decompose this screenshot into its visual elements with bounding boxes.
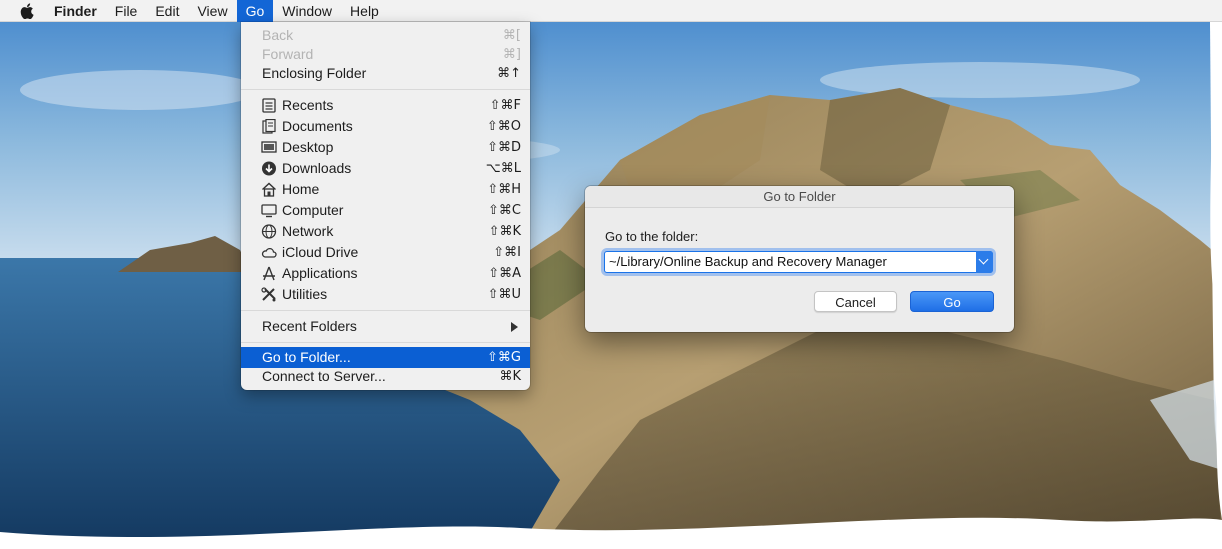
utilities-icon bbox=[261, 287, 276, 302]
dialog-prompt-label: Go to the folder: bbox=[605, 229, 699, 244]
go-button[interactable]: Go bbox=[910, 291, 994, 312]
menu-item-shortcut: ⇧⌘G bbox=[487, 350, 521, 365]
menu-item-label: Home bbox=[282, 181, 320, 197]
go-menu-dropdown: Back ⌘[ Forward ⌘] Enclosing Folder ⌘↑ R… bbox=[241, 22, 530, 390]
home-icon bbox=[262, 182, 276, 197]
menu-item-shortcut: ⇧⌘C bbox=[488, 203, 521, 218]
menu-item-shortcut: ⌘] bbox=[502, 47, 521, 62]
menu-separator bbox=[241, 342, 530, 343]
folder-path-value: ~/Library/Online Backup and Recovery Man… bbox=[609, 254, 887, 269]
menu-item-applications[interactable]: Applications ⇧⌘A bbox=[241, 263, 530, 284]
menu-item-label: Go to Folder... bbox=[262, 349, 351, 365]
menu-window[interactable]: Window bbox=[273, 0, 341, 22]
menu-item-shortcut: ⇧⌘F bbox=[489, 98, 521, 113]
apple-menu[interactable] bbox=[0, 0, 46, 22]
menu-go[interactable]: Go bbox=[236, 0, 274, 22]
menu-item-label: Network bbox=[282, 223, 334, 239]
downloads-icon bbox=[262, 161, 276, 176]
menu-item-icloud-drive[interactable]: iCloud Drive ⇧⌘I bbox=[241, 242, 530, 263]
menu-item-recents[interactable]: Recents ⇧⌘F bbox=[241, 95, 530, 116]
applications-icon bbox=[263, 266, 275, 281]
menu-item-label: Documents bbox=[282, 118, 353, 134]
menu-item-network[interactable]: Network ⇧⌘K bbox=[241, 221, 530, 242]
menu-item-label: Recents bbox=[282, 97, 334, 113]
menu-item-utilities[interactable]: Utilities ⇧⌘U bbox=[241, 284, 530, 305]
menu-item-label: Enclosing Folder bbox=[262, 65, 367, 81]
menu-item-go-to-folder[interactable]: Go to Folder... ⇧⌘G bbox=[241, 347, 530, 368]
menu-view[interactable]: View bbox=[188, 0, 236, 22]
menu-item-label: Back bbox=[262, 27, 294, 43]
recents-icon bbox=[262, 98, 276, 113]
menu-item-enclosing-folder[interactable]: Enclosing Folder ⌘↑ bbox=[241, 63, 530, 84]
menu-item-connect-to-server[interactable]: Connect to Server... ⌘K bbox=[241, 366, 530, 387]
submenu-arrow-icon bbox=[511, 322, 518, 332]
icloud-icon bbox=[261, 247, 277, 258]
menu-item-shortcut: ⌥⌘L bbox=[485, 161, 521, 176]
menu-item-shortcut: ⌘K bbox=[499, 369, 521, 384]
app-menu-finder[interactable]: Finder bbox=[46, 0, 106, 22]
menu-item-home[interactable]: Home ⇧⌘H bbox=[241, 179, 530, 200]
menu-separator bbox=[241, 310, 530, 311]
path-history-dropdown[interactable] bbox=[976, 251, 993, 273]
menu-item-downloads[interactable]: Downloads ⌥⌘L bbox=[241, 158, 530, 179]
menu-item-label: Connect to Server... bbox=[262, 368, 386, 384]
menu-item-label: Computer bbox=[282, 202, 344, 218]
documents-icon bbox=[262, 119, 276, 134]
chevron-down-icon bbox=[978, 254, 989, 265]
menu-item-shortcut: ⌘↑ bbox=[497, 66, 521, 81]
menu-item-label: iCloud Drive bbox=[282, 244, 359, 260]
menu-item-label: Applications bbox=[282, 265, 358, 281]
dialog-title: Go to Folder bbox=[585, 186, 1014, 208]
menu-file[interactable]: File bbox=[106, 0, 147, 22]
folder-path-input[interactable]: ~/Library/Online Backup and Recovery Man… bbox=[604, 251, 993, 273]
network-icon bbox=[261, 224, 277, 239]
menu-bar: Finder File Edit View Go Window Help bbox=[0, 0, 1222, 22]
menu-item-desktop[interactable]: Desktop ⇧⌘D bbox=[241, 137, 530, 158]
menu-item-computer[interactable]: Computer ⇧⌘C bbox=[241, 200, 530, 221]
go-to-folder-dialog: Go to Folder Go to the folder: ~/Library… bbox=[585, 186, 1014, 332]
computer-icon bbox=[261, 204, 277, 218]
menu-item-label: Downloads bbox=[282, 160, 352, 176]
menu-item-label: Utilities bbox=[282, 286, 328, 302]
menu-item-shortcut: ⇧⌘I bbox=[493, 245, 521, 260]
menu-item-label: Recent Folders bbox=[262, 318, 357, 334]
menu-item-documents[interactable]: Documents ⇧⌘O bbox=[241, 116, 530, 137]
menu-item-shortcut: ⇧⌘H bbox=[487, 182, 521, 197]
menu-item-shortcut: ⇧⌘O bbox=[486, 119, 521, 134]
menu-item-forward[interactable]: Forward ⌘] bbox=[241, 44, 530, 65]
menu-separator bbox=[241, 89, 530, 90]
menu-item-shortcut: ⇧⌘U bbox=[487, 287, 521, 302]
menu-edit[interactable]: Edit bbox=[146, 0, 188, 22]
menu-item-shortcut: ⇧⌘K bbox=[488, 224, 521, 239]
menu-item-recent-folders[interactable]: Recent Folders bbox=[241, 316, 530, 337]
menu-item-shortcut: ⇧⌘A bbox=[488, 266, 521, 281]
menu-item-shortcut: ⌘[ bbox=[502, 28, 521, 43]
apple-logo-icon bbox=[20, 2, 34, 19]
menu-item-back[interactable]: Back ⌘[ bbox=[241, 25, 530, 46]
desktop-icon bbox=[261, 141, 277, 153]
menu-item-shortcut: ⇧⌘D bbox=[487, 140, 521, 155]
menu-item-label: Desktop bbox=[282, 139, 334, 155]
menu-item-label: Forward bbox=[262, 46, 314, 62]
menu-help[interactable]: Help bbox=[341, 0, 388, 22]
cancel-button[interactable]: Cancel bbox=[814, 291, 897, 312]
